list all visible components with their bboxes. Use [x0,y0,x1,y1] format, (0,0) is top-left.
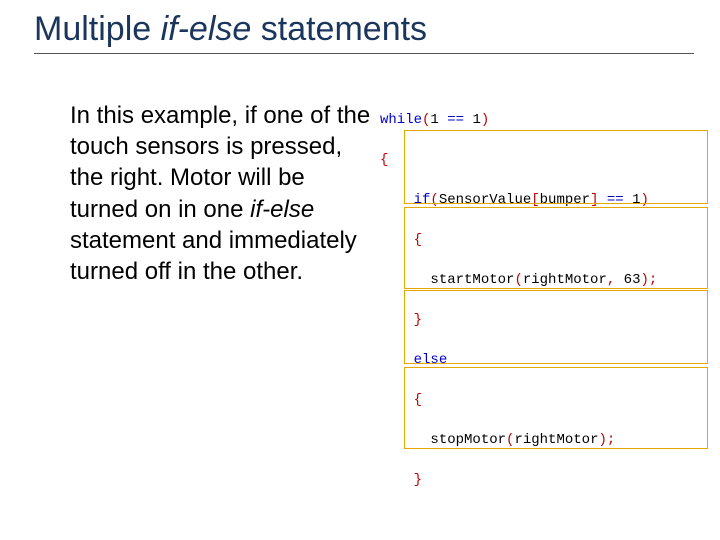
op-eq: == [447,112,464,128]
brace-open: { [380,392,422,408]
blank [380,512,388,528]
indent [380,272,430,288]
indent [380,192,414,208]
body-i1: if-else [250,196,314,223]
paren-close: ) [641,192,649,208]
title-italic: if-else [161,10,252,48]
comma: , [607,272,615,288]
title-post: statements [251,10,427,48]
brace-open: { [380,232,422,248]
title-pre: Multiple [34,10,161,48]
op-eq: == [607,192,624,208]
id-rightmotor: rightMotor [514,432,598,448]
code-l1: while(1 == 1) [380,110,708,130]
paren-open: ( [514,272,522,288]
code-l11 [380,510,708,530]
lit-1: 1 [624,192,641,208]
code-l10: } [380,470,708,490]
brace-open: { [380,152,388,168]
paren-open: ( [430,192,438,208]
code-l3: if(SensorValue[bumper] == 1) [380,190,708,210]
code-l6: } [380,310,708,330]
id-rightmotor: rightMotor [523,272,607,288]
code-l9: stopMotor(rightMotor); [380,430,708,450]
body-text: In this example, if one of the touch sen… [70,100,375,287]
code-l8: { [380,390,708,410]
lit-63: 63 [615,272,640,288]
fn-startmotor: startMotor [430,272,514,288]
lit-1: 1 [430,112,447,128]
indent [380,352,414,368]
body-t2: statement and immediately turned off in … [70,227,357,285]
paren-close-semi: ); [640,272,657,288]
code-block: while(1 == 1) { if(SensorValue[bumper] =… [380,90,708,540]
code-l5: startMotor(rightMotor, 63); [380,270,708,290]
paren-close: ) [481,112,489,128]
code-l4: { [380,230,708,250]
code-l2: { [380,150,708,170]
code: while(1 == 1) { if(SensorValue[bumper] =… [380,90,708,540]
kw-else: else [414,352,448,368]
brace-close: } [380,312,422,328]
bracket-open: [ [531,192,539,208]
slide: Multiple if-else statements In this exam… [0,0,720,540]
kw-if: if [414,192,431,208]
lit-1b: 1 [464,112,481,128]
paren-close-semi: ); [598,432,615,448]
indent [380,432,430,448]
body-t1: In this example, if one of the touch sen… [70,102,370,223]
brace-close: } [380,472,422,488]
id-sensorvalue: SensorValue [439,192,531,208]
code-l7: else [380,350,708,370]
fn-stopmotor: stopMotor [430,432,506,448]
slide-title: Multiple if-else statements [34,10,694,54]
kw-while: while [380,112,422,128]
sp [598,192,606,208]
id-bumper: bumper [540,192,590,208]
